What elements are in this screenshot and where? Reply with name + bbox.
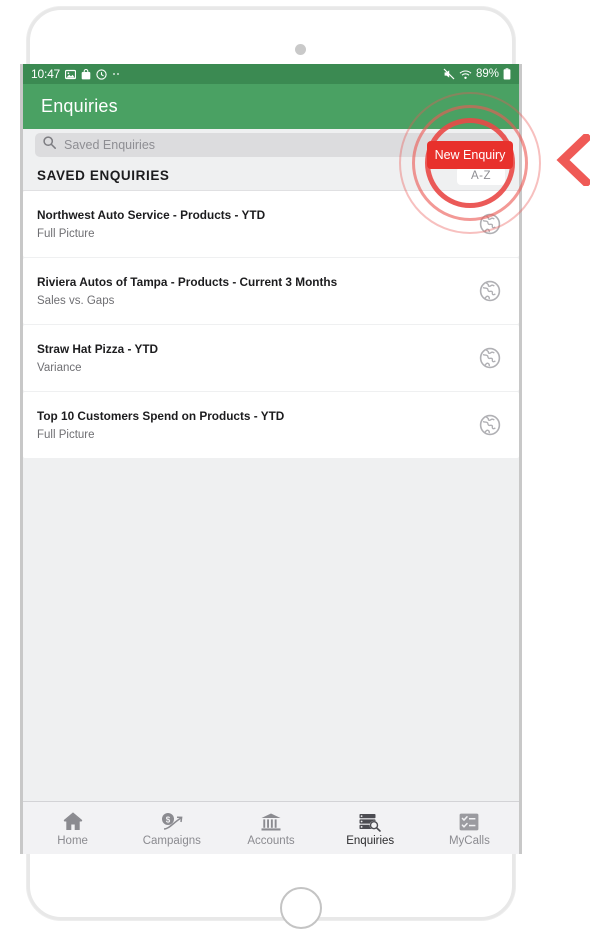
list-item-subtitle: Variance xyxy=(37,362,82,374)
bag-icon xyxy=(81,68,91,80)
checklist-icon xyxy=(458,810,480,832)
sort-az-button[interactable]: A-Z xyxy=(456,166,505,185)
globe-icon[interactable] xyxy=(475,414,505,436)
home-icon xyxy=(62,810,84,832)
page-title: Enquiries xyxy=(41,96,118,116)
battery-icon xyxy=(503,68,511,80)
section-title: SAVED ENQUIRIES xyxy=(37,168,170,183)
list-item-title: Straw Hat Pizza - YTD xyxy=(37,342,159,356)
tab-label: Enquiries xyxy=(346,834,395,847)
globe-icon[interactable] xyxy=(475,280,505,302)
list-item[interactable]: Riviera Autos of Tampa - Products - Curr… xyxy=(23,258,519,324)
globe-icon[interactable] xyxy=(475,347,505,369)
bottom-tab-bar: Home $ Campaigns Accounts Enquiries MyCa… xyxy=(23,801,519,854)
tab-home[interactable]: Home xyxy=(23,802,122,854)
enquiries-search-icon xyxy=(358,810,382,832)
search-icon xyxy=(43,136,56,154)
tab-enquiries[interactable]: Enquiries xyxy=(321,802,420,854)
list-item-title: Riviera Autos of Tampa - Products - Curr… xyxy=(37,275,338,289)
image-icon xyxy=(65,69,77,80)
list-item-subtitle: Full Picture xyxy=(37,228,95,240)
list-item[interactable]: Top 10 Customers Spend on Products - YTD… xyxy=(23,392,519,458)
hardware-home-button[interactable] xyxy=(280,887,322,929)
status-bar-clock: 10:47 xyxy=(31,67,61,81)
more-dots-icon xyxy=(112,72,124,76)
wifi-icon xyxy=(459,69,472,80)
tab-campaigns[interactable]: $ Campaigns xyxy=(122,802,221,854)
clock-icon xyxy=(96,68,107,80)
tab-mycalls[interactable]: MyCalls xyxy=(420,802,519,854)
tab-label: Accounts xyxy=(247,834,295,847)
app-header: Enquiries xyxy=(23,84,519,129)
list-item-title: Top 10 Customers Spend on Products - YTD xyxy=(37,409,285,423)
tab-label: Campaigns xyxy=(142,834,201,847)
tab-label: Home xyxy=(57,834,88,847)
campaign-growth-icon: $ xyxy=(159,810,185,832)
status-bar-right: 89% xyxy=(443,68,511,80)
new-enquiry-button[interactable]: New Enquiry xyxy=(427,141,513,169)
bank-icon xyxy=(260,810,282,832)
front-camera-icon xyxy=(295,44,306,55)
list-item-subtitle: Sales vs. Gaps xyxy=(37,295,115,307)
globe-icon[interactable] xyxy=(475,213,505,235)
list-item[interactable]: Northwest Auto Service - Products - YTD … xyxy=(23,191,519,257)
app-screen: 10:47 89% Enquiries Saved Enquiries SAVE… xyxy=(20,64,522,854)
list-item-title: Northwest Auto Service - Products - YTD xyxy=(37,208,266,222)
list-item-subtitle: Full Picture xyxy=(37,429,95,441)
list-item[interactable]: Straw Hat Pizza - YTD Variance xyxy=(23,325,519,391)
mute-icon xyxy=(443,68,455,80)
search-placeholder: Saved Enquiries xyxy=(64,138,156,152)
battery-percent-label: 89% xyxy=(475,68,499,80)
chevron-left-icon xyxy=(556,131,593,189)
svg-text:$: $ xyxy=(166,815,171,824)
status-bar: 10:47 89% xyxy=(23,64,519,84)
status-bar-left: 10:47 xyxy=(31,67,124,81)
tab-accounts[interactable]: Accounts xyxy=(221,802,320,854)
saved-enquiries-list: Northwest Auto Service - Products - YTD … xyxy=(23,191,519,458)
tab-label: MyCalls xyxy=(448,834,490,847)
